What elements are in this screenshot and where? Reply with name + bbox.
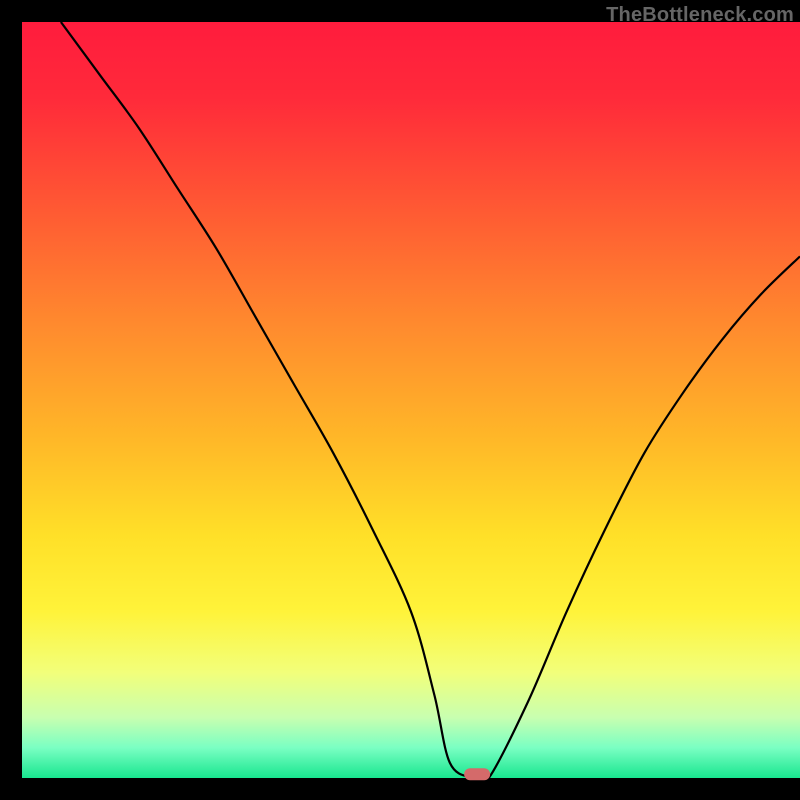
optimal-marker	[464, 768, 490, 780]
plot-background	[22, 22, 800, 778]
chart-container: TheBottleneck.com	[0, 0, 800, 800]
bottleneck-chart	[0, 0, 800, 800]
watermark-text: TheBottleneck.com	[606, 4, 794, 27]
